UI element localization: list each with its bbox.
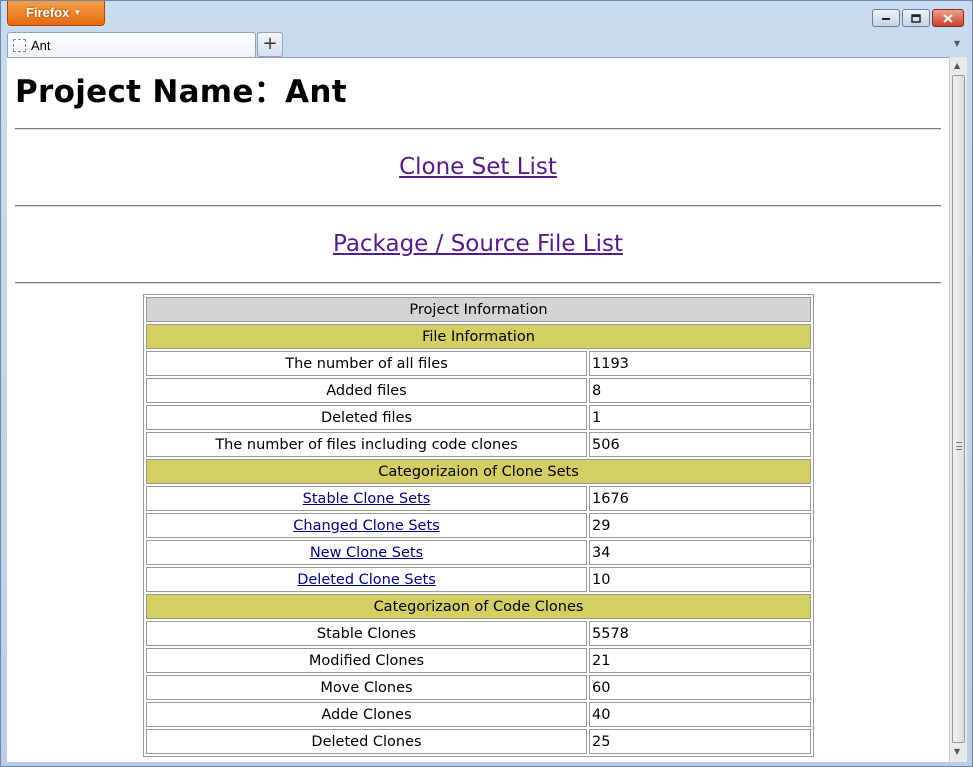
table-row: Stable Clone Sets 1676 [146,486,811,511]
row-value: 21 [589,648,811,673]
scroll-up-arrow-icon[interactable]: ▲ [954,61,960,70]
row-label-cell: Stable Clone Sets [146,486,587,511]
table-row: New Clone Sets 34 [146,540,811,565]
table-row: Move Clones 60 [146,675,811,700]
table-header: Project Information [146,297,811,322]
row-label-cell: New Clone Sets [146,540,587,565]
row-value: 29 [589,513,811,538]
row-link[interactable]: New Clone Sets [310,545,423,561]
row-value: 10 [589,567,811,592]
row-value: 25 [589,729,811,754]
row-value: 506 [589,432,811,457]
row-label-cell: Added files [146,378,587,403]
table-row: Adde Clones 40 [146,702,811,727]
row-label-cell: Changed Clone Sets [146,513,587,538]
table-row: Deleted files 1 [146,405,811,430]
divider [15,282,941,284]
maximize-button[interactable] [902,9,930,27]
section-row: Categorizaon of Code Clones [146,594,811,619]
table-row: Deleted Clones 25 [146,729,811,754]
row-value: 40 [589,702,811,727]
row-label-cell: Deleted files [146,405,587,430]
section-title: Categorizaion of Clone Sets [146,459,811,484]
clone-set-list-link[interactable]: Clone Set List [15,154,941,180]
table-row: The number of files including code clone… [146,432,811,457]
minimize-icon [882,18,890,20]
row-label-cell: Modified Clones [146,648,587,673]
page-content: Project Name：Ant Clone Set List Package … [7,57,949,762]
table-row: Modified Clones 21 [146,648,811,673]
section-row: Categorizaion of Clone Sets [146,459,811,484]
package-source-file-list-link[interactable]: Package / Source File List [15,231,941,257]
plus-icon: + [262,33,278,54]
table-header-row: Project Information [146,297,811,322]
row-value: 60 [589,675,811,700]
page-title: Project Name：Ant [15,74,347,110]
section-title: Categorizaon of Code Clones [146,594,811,619]
page-icon [13,39,26,52]
row-value: 5578 [589,621,811,646]
minimize-button[interactable] [872,9,900,27]
row-value: 1193 [589,351,811,376]
scrollbar-thumb[interactable] [952,75,965,743]
row-label-cell: The number of files including code clone… [146,432,587,457]
new-tab-button[interactable]: + [257,32,283,57]
row-value: 1 [589,405,811,430]
firefox-menu-button[interactable]: Firefox ▼ [7,1,105,26]
row-label-cell: Stable Clones [146,621,587,646]
window-controls [872,9,964,27]
list-all-tabs-icon[interactable]: ▼ [954,39,960,48]
table-row: The number of all files 1193 [146,351,811,376]
section-title: File Information [146,324,811,349]
close-button[interactable] [932,9,964,27]
row-value: 1676 [589,486,811,511]
row-label-cell: Move Clones [146,675,587,700]
chevron-down-icon: ▼ [73,8,82,17]
grip-icon [956,442,962,450]
tab-title: Ant [31,38,51,53]
tab-ant[interactable]: Ant [7,32,256,58]
scroll-down-arrow-icon[interactable]: ▼ [954,747,960,756]
row-link[interactable]: Deleted Clone Sets [297,572,436,588]
row-link[interactable]: Changed Clone Sets [293,518,439,534]
table-row: Changed Clone Sets 29 [146,513,811,538]
row-label-cell: Deleted Clones [146,729,587,754]
vertical-scrollbar[interactable]: ▲ ▼ [949,57,967,762]
browser-window: Firefox ▼ Ant + ▼ Project Name：Ant Clone … [0,0,973,767]
maximize-icon [911,13,921,23]
firefox-menu-label: Firefox [26,5,70,20]
section-row: File Information [146,324,811,349]
table-row: Stable Clones 5578 [146,621,811,646]
row-value: 34 [589,540,811,565]
row-label-cell: The number of all files [146,351,587,376]
divider [15,128,941,130]
divider [15,205,941,207]
table-row: Added files 8 [146,378,811,403]
row-label-cell: Adde Clones [146,702,587,727]
row-value: 8 [589,378,811,403]
row-link[interactable]: Stable Clone Sets [303,491,431,507]
close-icon [943,13,953,23]
project-information-table: Project Information File Information The … [143,294,814,757]
row-label-cell: Deleted Clone Sets [146,567,587,592]
table-row: Deleted Clone Sets 10 [146,567,811,592]
